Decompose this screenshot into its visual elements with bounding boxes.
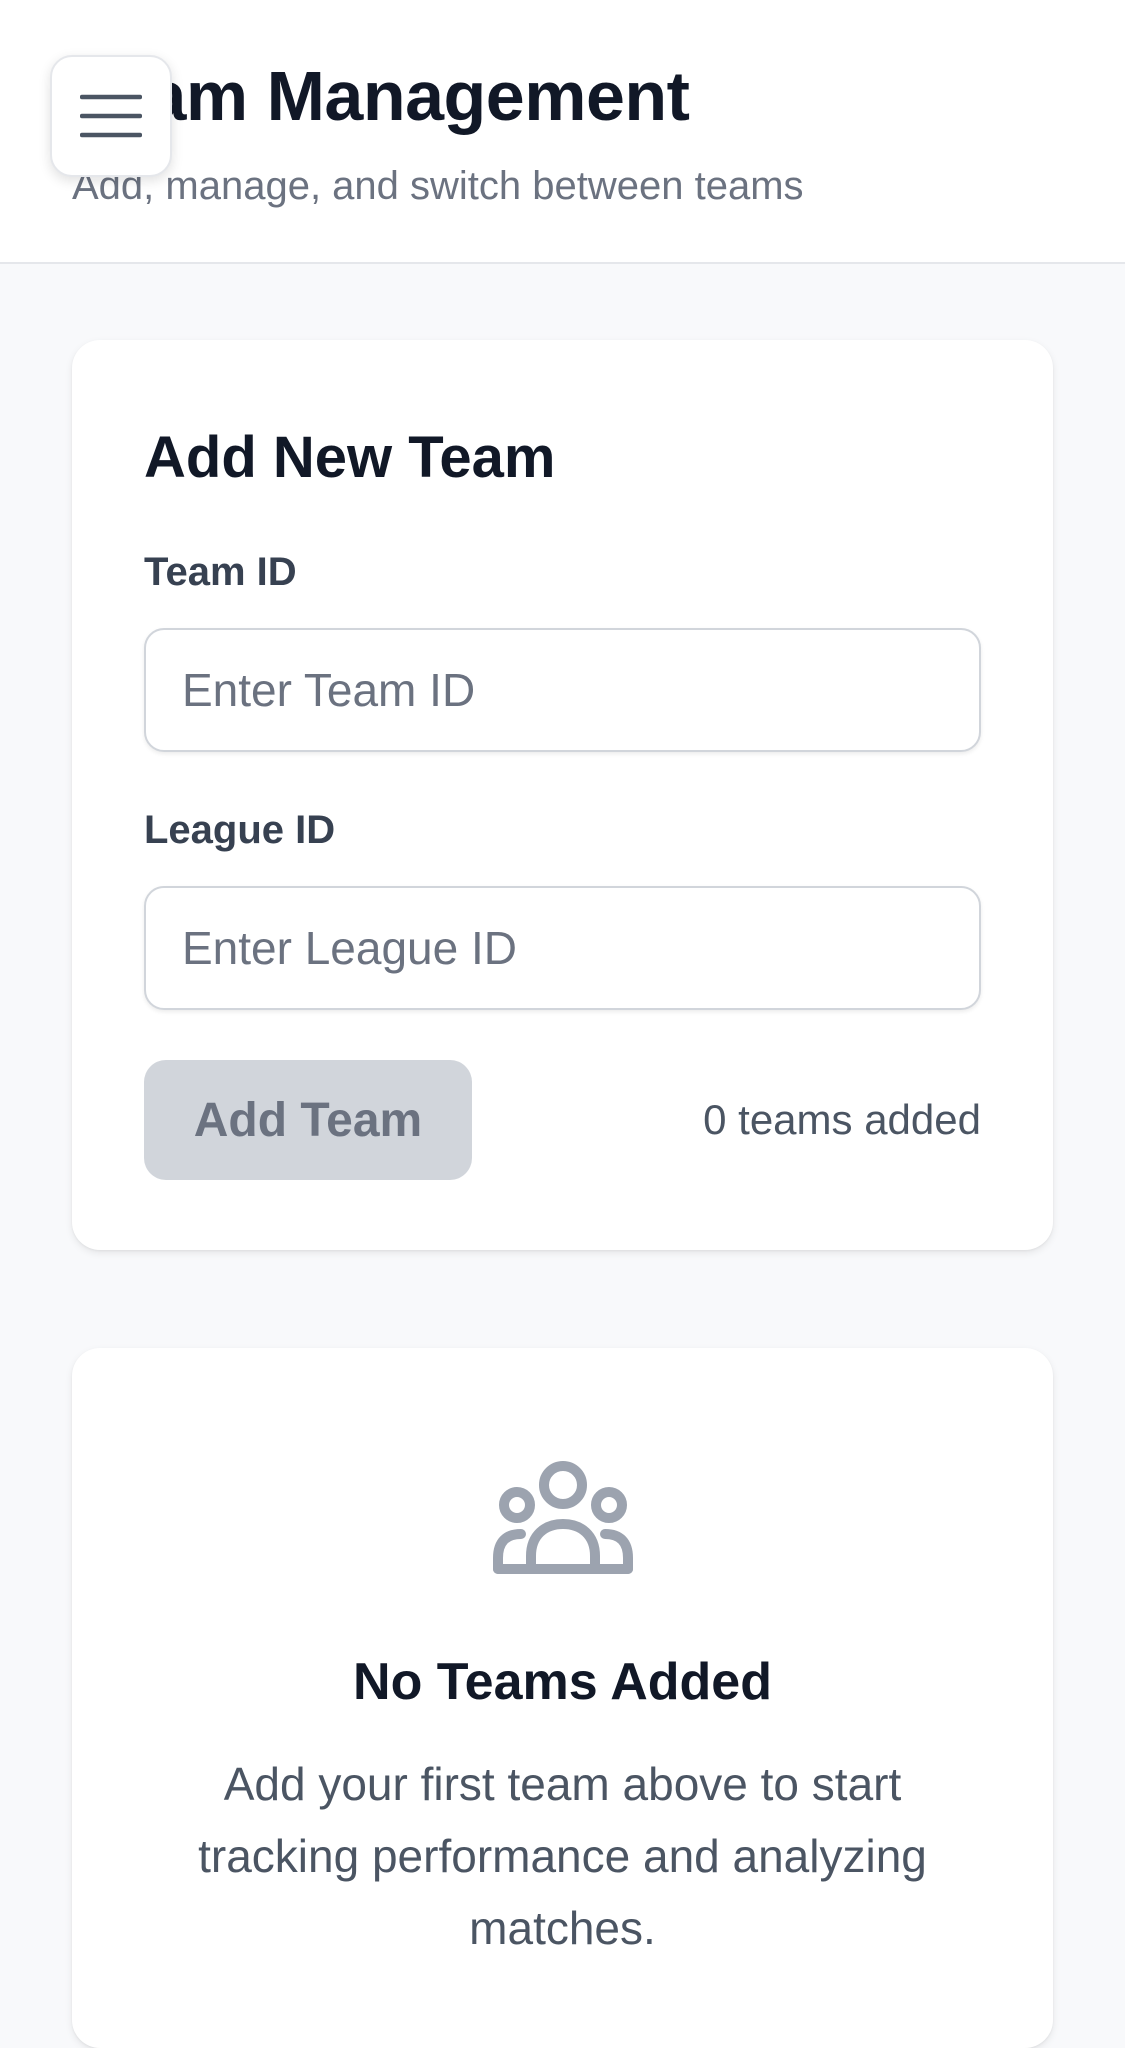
team-id-label: Team ID — [144, 550, 297, 594]
users-group-icon — [493, 1461, 633, 1574]
empty-state-title: No Teams Added — [353, 1653, 772, 1711]
team-count-text: 0 teams added — [703, 1096, 981, 1143]
add-team-card: Add New Team Team ID League ID Add Team … — [72, 340, 1053, 1250]
empty-state-card: No Teams Added Add your first team above… — [72, 1348, 1053, 2048]
league-id-input[interactable] — [144, 886, 981, 1010]
league-id-label: League ID — [144, 808, 336, 852]
add-team-heading: Add New Team — [144, 425, 556, 490]
page-subtitle: Add, manage, and switch between teams — [72, 164, 804, 208]
empty-state-message: Add your first team above to start track… — [198, 1758, 927, 1954]
menu-button[interactable] — [50, 55, 172, 177]
team-id-input[interactable] — [144, 628, 981, 752]
add-team-button[interactable]: Add Team — [144, 1060, 472, 1180]
hamburger-menu-icon — [80, 94, 142, 138]
